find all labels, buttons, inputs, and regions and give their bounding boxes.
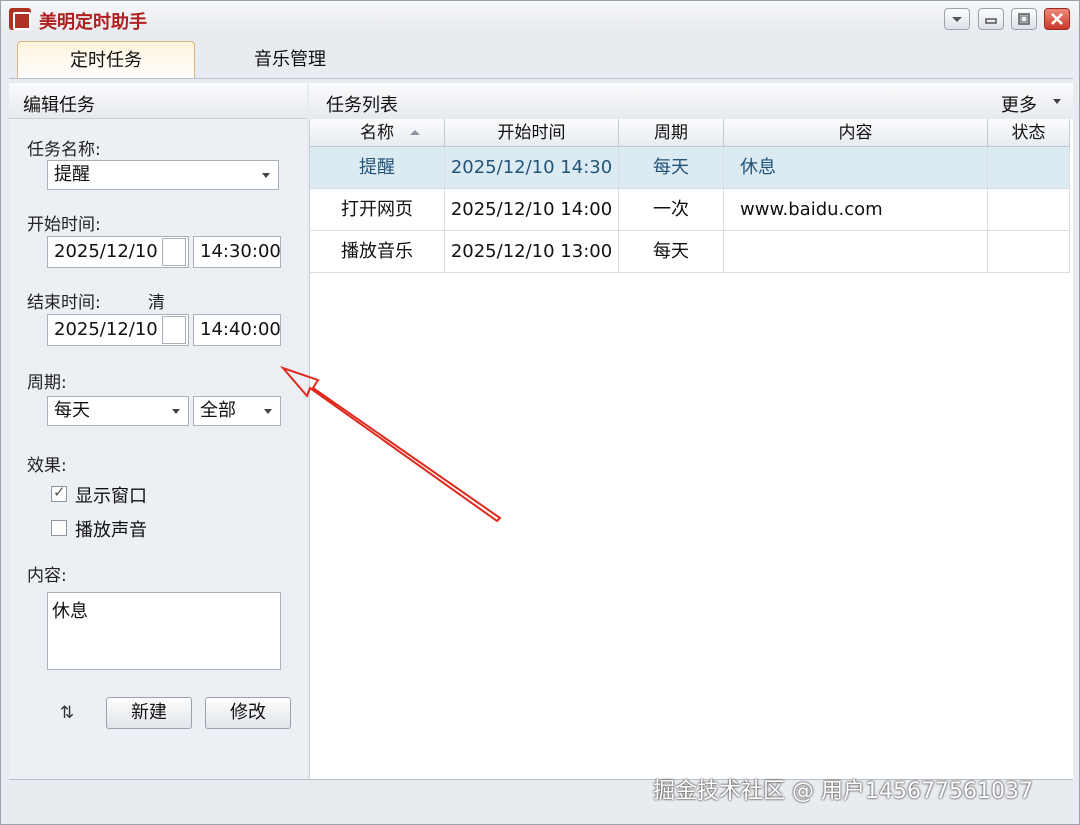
start-time-field[interactable]: 14:30:00: [193, 236, 281, 268]
content-textarea[interactable]: 休息: [47, 592, 281, 670]
cell-status: [988, 231, 1070, 273]
cell-content: 休息: [724, 147, 988, 189]
title-bar: 美明定时助手: [1, 1, 1079, 37]
dropdown-arrow-icon: [172, 409, 180, 414]
cell-name: 播放音乐: [310, 231, 445, 273]
cell-content: [724, 231, 988, 273]
play-sound-label[interactable]: 播放声音: [75, 516, 147, 542]
start-time-label: 开始时间:: [27, 215, 101, 235]
maximize-icon: [1018, 13, 1030, 25]
chevron-down-icon: [1053, 99, 1061, 104]
content-label: 内容:: [27, 566, 67, 586]
play-sound-checkbox[interactable]: [51, 520, 67, 536]
cell-name: 打开网页: [310, 189, 445, 231]
cell-status: [988, 189, 1070, 231]
sort-ascending-icon: [410, 130, 420, 135]
column-header-name[interactable]: 名称: [310, 119, 445, 147]
end-time-field[interactable]: 14:40:00: [193, 314, 281, 346]
task-list-header: [309, 83, 1073, 119]
window-menu-button[interactable]: [944, 8, 970, 30]
table-row[interactable]: 播放音乐 2025/12/10 13:00 每天: [310, 231, 1070, 273]
start-date-picker-button[interactable]: [162, 238, 186, 266]
show-window-label[interactable]: 显示窗口: [75, 482, 147, 508]
column-header-start[interactable]: 开始时间: [445, 119, 619, 147]
column-header-content[interactable]: 内容: [724, 119, 988, 147]
period-scope-value: 全部: [200, 400, 236, 421]
app-logo-icon: [9, 8, 31, 30]
cell-period: 每天: [619, 147, 724, 189]
more-menu-button[interactable]: 更多: [1001, 91, 1037, 117]
edit-task-title: 编辑任务: [23, 95, 95, 116]
tab-divider: [9, 78, 1073, 79]
column-header-status[interactable]: 状态: [988, 119, 1070, 147]
table-header: 名称 开始时间 周期 内容 状态: [310, 119, 1070, 147]
watermark-text: 掘金技术社区 @ 用户145677561037: [653, 779, 1033, 804]
window-title: 美明定时助手: [39, 12, 147, 33]
maximize-button[interactable]: [1011, 8, 1037, 30]
task-table: 名称 开始时间 周期 内容 状态 提醒 2025/12/10 14:30 每天 …: [309, 119, 1073, 779]
period-scope-select[interactable]: 全部: [193, 396, 281, 426]
table-row[interactable]: 提醒 2025/12/10 14:30 每天 休息: [310, 147, 1070, 189]
cell-content: www.baidu.com: [724, 189, 988, 231]
dropdown-arrow-icon: [262, 173, 270, 178]
modify-button[interactable]: 修改: [205, 697, 291, 729]
tab-bar: 定时任务 音乐管理: [1, 41, 1079, 79]
effect-label: 效果:: [27, 456, 67, 476]
task-name-select[interactable]: 提醒: [47, 160, 279, 190]
cell-status: [988, 147, 1070, 189]
end-date-picker-button[interactable]: [162, 316, 186, 344]
minimize-icon: [985, 18, 997, 24]
period-select[interactable]: 每天: [47, 396, 189, 426]
checkmark-icon: ✓: [53, 483, 66, 501]
task-name-label: 任务名称:: [27, 140, 101, 160]
cell-start: 2025/12/10 14:00: [445, 189, 619, 231]
cell-start: 2025/12/10 14:30: [445, 147, 619, 189]
column-header-label: 名称: [360, 123, 394, 143]
dropdown-arrow-icon: [264, 409, 272, 414]
app-window: 美明定时助手 定时任务 音乐管理 编辑任务 任务名称: 提醒 开始时间: 202…: [0, 0, 1080, 825]
cell-name: 提醒: [310, 147, 445, 189]
edit-task-header: 编辑任务: [9, 83, 307, 119]
tab-timed-tasks[interactable]: 定时任务: [17, 41, 195, 79]
column-header-period[interactable]: 周期: [619, 119, 724, 147]
table-row[interactable]: 打开网页 2025/12/10 14:00 一次 www.baidu.com: [310, 189, 1070, 231]
close-icon: [1051, 13, 1063, 25]
period-value: 每天: [54, 400, 90, 421]
chevron-down-icon: [952, 17, 962, 22]
cell-period: 一次: [619, 189, 724, 231]
task-list-title: 任务列表: [326, 95, 398, 116]
show-window-checkbox[interactable]: ✓: [51, 483, 67, 502]
period-label: 周期:: [27, 373, 67, 393]
close-button[interactable]: [1044, 8, 1070, 30]
cell-start: 2025/12/10 13:00: [445, 231, 619, 273]
tab-music-management[interactable]: 音乐管理: [201, 41, 379, 79]
cell-period: 每天: [619, 231, 724, 273]
new-button[interactable]: 新建: [106, 697, 192, 729]
end-time-label: 结束时间:: [27, 293, 101, 313]
task-name-value: 提醒: [54, 164, 90, 185]
end-time-clear-link[interactable]: 清: [148, 288, 165, 313]
refresh-icon[interactable]: ⇅: [58, 703, 76, 723]
minimize-button[interactable]: [978, 8, 1004, 30]
